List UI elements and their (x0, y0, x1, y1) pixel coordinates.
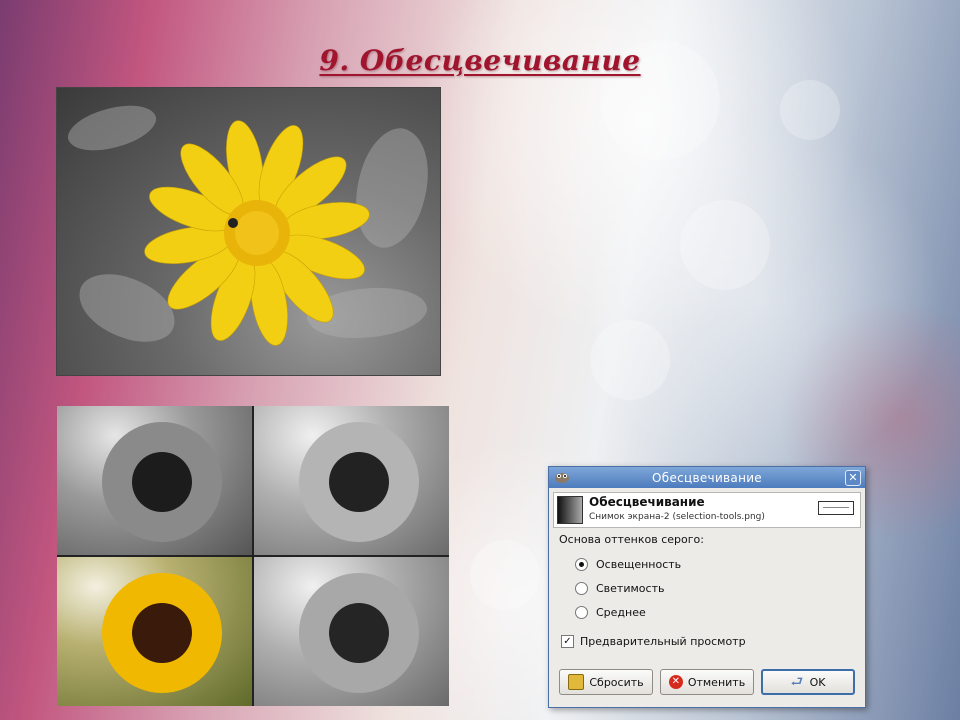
grayscale-basis-label: Основа оттенков серого: (559, 533, 704, 546)
ok-arrow-icon: ⮐ (790, 674, 804, 690)
reset-button[interactable]: Сбросить (559, 669, 653, 695)
flower-photo-main (57, 88, 440, 375)
dialog-header: Обесцвечивание Снимок экрана-2 (selectio… (553, 492, 861, 528)
dialog-header-title: Обесцвечивание (589, 495, 705, 509)
preview-checkbox-label: Предварительный просмотр (580, 635, 746, 648)
close-icon[interactable]: ✕ (845, 470, 861, 486)
cancel-button[interactable]: ✕ Отменить (660, 669, 754, 695)
ok-button[interactable]: ⮐ OK (761, 669, 855, 695)
radio-option-average[interactable]: Среднее (575, 606, 646, 619)
radio-button[interactable] (575, 582, 588, 595)
radio-button[interactable] (575, 558, 588, 571)
radio-button[interactable] (575, 606, 588, 619)
cancel-button-label: Отменить (687, 675, 746, 689)
ok-button-label: OK (809, 675, 826, 689)
sunflower-grayscale-1 (57, 406, 252, 555)
bokeh-light (470, 540, 540, 610)
preview-checkbox-row[interactable]: ✓ Предварительный просмотр (561, 635, 746, 648)
slide-title: 9. Обесцвечивание (319, 44, 641, 77)
preview-checkbox[interactable]: ✓ (561, 635, 574, 648)
dialog-header-subtitle: Снимок экрана-2 (selection-tools.png) (589, 512, 765, 522)
radio-label: Освещенность (596, 558, 682, 571)
dialog-window-title: Обесцвечивание (652, 470, 762, 485)
sunflower-grayscale-3 (254, 557, 449, 706)
cancel-icon: ✕ (668, 675, 683, 689)
reset-button-label: Сбросить (589, 675, 644, 689)
desaturate-thumbnail-icon (557, 496, 583, 524)
image-preview-thumbnail[interactable] (818, 501, 854, 515)
bokeh-light (680, 200, 770, 290)
radio-option-luminosity[interactable]: Светимость (575, 582, 664, 595)
bokeh-light (780, 80, 840, 140)
yellow-flower (144, 120, 370, 346)
radio-option-lightness[interactable]: Освещенность (575, 558, 681, 571)
radio-label: Светимость (596, 582, 665, 595)
radio-label: Среднее (596, 606, 646, 619)
gimp-icon (555, 473, 569, 483)
dialog-titlebar[interactable]: Обесцвечивание ✕ (549, 467, 865, 488)
reset-icon (568, 674, 585, 690)
bokeh-light (590, 320, 670, 400)
sunflower-color (57, 557, 252, 706)
desaturate-dialog: Обесцвечивание ✕ Обесцвечивание Снимок э… (548, 466, 866, 708)
sunflower-comparison-grid (57, 406, 449, 706)
sunflower-grayscale-2 (254, 406, 449, 555)
